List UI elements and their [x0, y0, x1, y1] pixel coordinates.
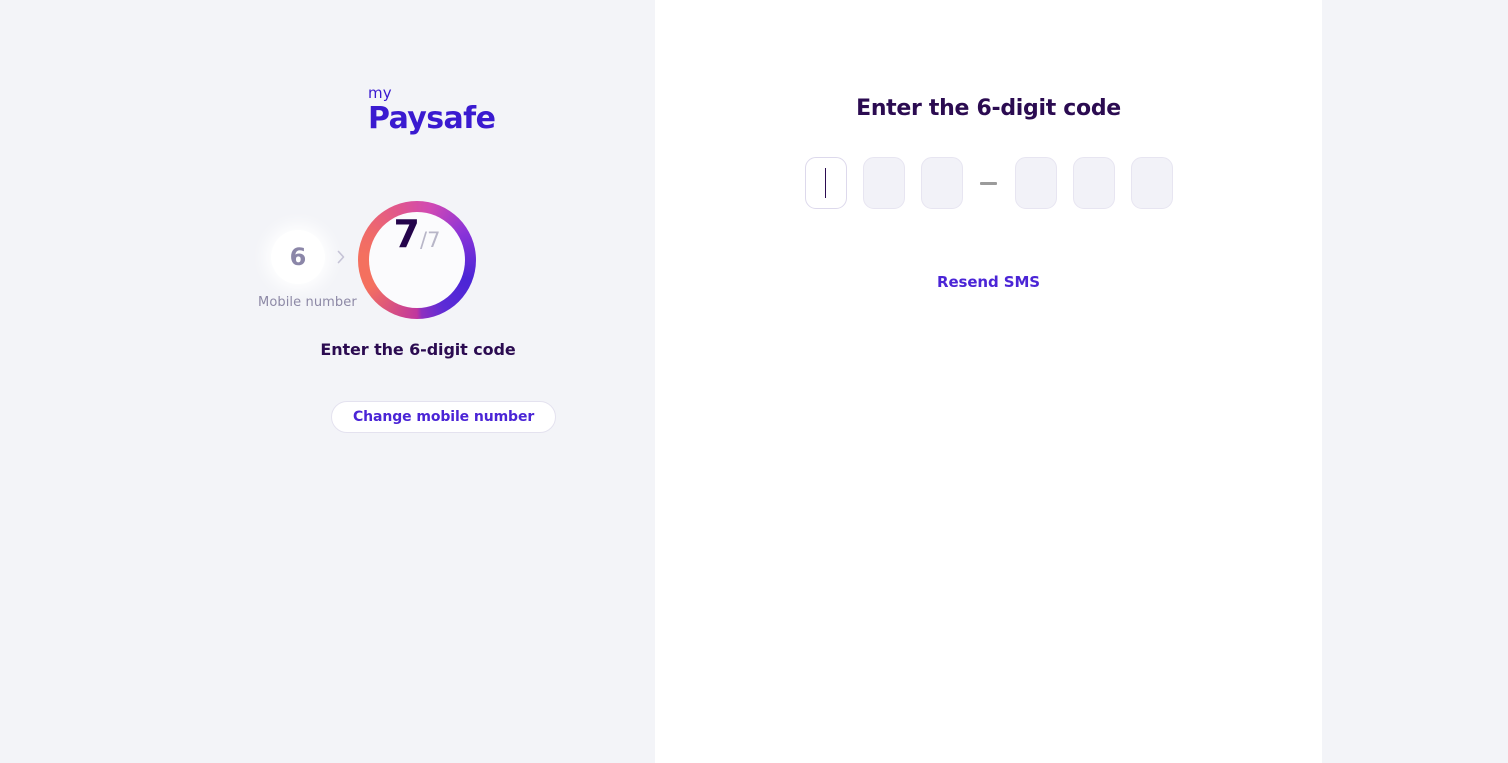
stepper-caption: Enter the 6-digit code — [320, 340, 516, 359]
otp-input-group — [655, 157, 1322, 209]
stepper-current-number: 7 — [393, 212, 420, 256]
progress-stepper: 6 Mobile number 7 /7 — [250, 196, 550, 336]
chevron-right-icon — [332, 248, 350, 266]
otp-separator — [971, 181, 1007, 185]
otp-digit-5[interactable] — [1072, 157, 1115, 209]
stepper-total-steps: /7 — [420, 228, 441, 252]
brand-name: Paysafe — [368, 100, 496, 136]
progress-ring: 7 /7 — [358, 201, 476, 319]
stepper-current-step: 7 /7 — [358, 201, 476, 319]
otp-digit-4[interactable] — [1014, 157, 1057, 209]
page-title: Enter the 6-digit code — [856, 96, 1121, 121]
change-mobile-number-button[interactable]: Change mobile number — [331, 401, 557, 433]
right-filler-panel — [1322, 0, 1508, 763]
resend-container: Resend SMS — [655, 272, 1322, 291]
otp-digit-6[interactable] — [1130, 157, 1173, 209]
stepper-previous-step[interactable]: 6 Mobile number — [258, 230, 357, 310]
resend-sms-link[interactable]: Resend SMS — [937, 273, 1040, 291]
otp-verification-page: my Paysafe 6 Mobile number 7 /7 Enter th… — [0, 0, 1508, 763]
text-caret — [824, 168, 827, 198]
brand-prefix: my — [368, 84, 392, 102]
brand-logo: my Paysafe — [368, 84, 588, 136]
otp-digit-1[interactable] — [804, 157, 847, 209]
stepper-previous-label: Mobile number — [258, 295, 357, 310]
otp-digit-3[interactable] — [920, 157, 963, 209]
progress-ring-inner: 7 /7 — [369, 212, 465, 308]
otp-digit-2[interactable] — [862, 157, 905, 209]
dash-icon — [980, 181, 997, 185]
stepper-previous-number: 6 — [271, 230, 325, 284]
